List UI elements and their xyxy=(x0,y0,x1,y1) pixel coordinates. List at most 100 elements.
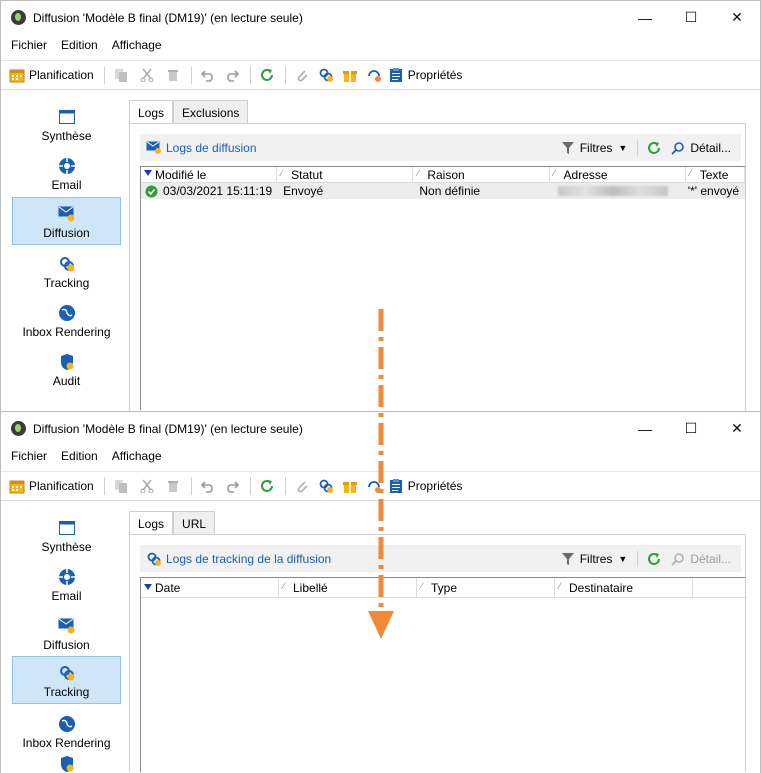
sidebar: Synthèse Email Diffusion Tracking Inbox … xyxy=(1,90,129,410)
column-texte[interactable]: ⁄ Texte xyxy=(686,167,745,182)
cell-statut: Envoyé xyxy=(283,184,324,198)
proprietes-button[interactable]: Propriétés xyxy=(388,478,463,494)
redo-icon[interactable] xyxy=(224,478,240,494)
column-libelle[interactable]: ⁄ Libellé xyxy=(279,578,417,597)
minimize-icon[interactable]: — xyxy=(622,412,668,445)
calendar-icon xyxy=(9,67,25,83)
tab-logs[interactable]: Logs xyxy=(129,100,174,124)
sidebar-item-label: Email xyxy=(51,178,82,192)
attach-icon[interactable] xyxy=(294,478,310,494)
proprietes-button[interactable]: Propriétés xyxy=(388,67,462,83)
transition-arrow xyxy=(366,305,396,641)
refresh-icon[interactable] xyxy=(259,67,275,83)
menu-affichage[interactable]: Affichage xyxy=(112,38,162,52)
tab-url[interactable]: URL xyxy=(173,511,216,535)
tracking-icon xyxy=(58,255,76,273)
sidebar-item-label: Diffusion xyxy=(43,226,90,240)
menu-edition[interactable]: Edition xyxy=(61,38,98,52)
sidebar-item-inbox-rendering[interactable]: Inbox Rendering xyxy=(12,706,121,754)
close-icon[interactable]: ✕ xyxy=(714,1,760,34)
tab-logs[interactable]: Logs xyxy=(129,511,174,535)
column-type[interactable]: ⁄ Type xyxy=(417,578,555,597)
sidebar-item-diffusion[interactable]: Diffusion xyxy=(12,608,121,656)
sidebar-item-inbox-rendering[interactable]: Inbox Rendering xyxy=(12,295,121,343)
delivery-icon xyxy=(146,140,162,156)
sidebar-item-tracking[interactable]: Tracking xyxy=(12,656,121,704)
table-row[interactable]: 03/03/2021 15:11:19 Envoyé Non définie '… xyxy=(141,183,745,199)
panel-header: Logs de diffusion Filtres ▼ Détail... xyxy=(140,134,741,161)
cursor-icon[interactable] xyxy=(366,67,382,83)
sidebar-item-label: Tracking xyxy=(43,276,90,290)
column-modifie-le[interactable]: Modifié le xyxy=(141,167,278,182)
gift-icon[interactable] xyxy=(342,67,358,83)
menu-affichage[interactable]: Affichage xyxy=(112,449,162,463)
gift-icon[interactable] xyxy=(342,478,358,494)
filters-button[interactable]: Filtres ▼ xyxy=(560,140,628,156)
toolbar-separator xyxy=(190,477,192,495)
sidebar-item-email[interactable]: Email xyxy=(12,148,121,196)
redo-icon[interactable] xyxy=(224,67,240,83)
refresh-icon[interactable] xyxy=(646,140,662,156)
sidebar-item-label: Inbox Rendering xyxy=(22,736,111,750)
copy-icon[interactable] xyxy=(113,478,129,494)
column-statut[interactable]: ⁄ Statut xyxy=(277,167,414,182)
app-icon xyxy=(11,421,26,436)
sidebar-item-synthese[interactable]: Synthèse xyxy=(12,99,121,147)
column-raison[interactable]: ⁄ Raison xyxy=(413,167,550,182)
tracking-logs-title[interactable]: Logs de tracking de la diffusion xyxy=(166,552,331,566)
menu-edition[interactable]: Edition xyxy=(61,449,98,463)
menu-fichier[interactable]: Fichier xyxy=(11,449,47,463)
menu-fichier[interactable]: Fichier xyxy=(11,38,47,52)
minimize-icon[interactable]: — xyxy=(622,1,668,34)
logs-panel: Logs de diffusion Filtres ▼ Détail... Mo… xyxy=(129,123,746,410)
audit-icon xyxy=(58,755,76,773)
column-destinataire[interactable]: ⁄ Destinataire xyxy=(555,578,693,597)
planification-button[interactable]: Planification xyxy=(9,67,94,83)
sidebar-item-diffusion[interactable]: Diffusion xyxy=(12,197,121,245)
sidebar-item-tracking[interactable]: Tracking xyxy=(12,246,121,294)
refresh-icon[interactable] xyxy=(259,478,275,494)
delete-icon[interactable] xyxy=(165,67,181,83)
sidebar-item-audit[interactable]: Audit xyxy=(12,344,121,392)
detail-button[interactable]: Détail... xyxy=(670,551,731,567)
planification-button[interactable]: Planification xyxy=(9,478,94,494)
window-title: Diffusion 'Modèle B final (DM19)' (en le… xyxy=(33,10,303,25)
logs-title[interactable]: Logs de diffusion xyxy=(166,141,257,155)
sidebar-item-label: Diffusion xyxy=(43,638,90,652)
column-date[interactable]: Date xyxy=(141,578,279,597)
attach-icon[interactable] xyxy=(294,67,310,83)
cell-texte: '*' envoyé xyxy=(687,184,740,198)
proprietes-label: Propriétés xyxy=(407,479,463,493)
link-icon[interactable] xyxy=(318,67,334,83)
sidebar-item-email[interactable]: Email xyxy=(12,559,121,607)
undo-icon[interactable] xyxy=(200,67,216,83)
sidebar-item-label: Email xyxy=(51,589,82,603)
sidebar-item-label: Synthèse xyxy=(41,129,92,143)
cut-icon[interactable] xyxy=(139,67,155,83)
detail-label: Détail... xyxy=(690,140,731,155)
filters-button[interactable]: Filtres ▼ xyxy=(560,551,627,567)
header-title-group: Logs de diffusion xyxy=(146,140,560,156)
maximize-icon[interactable]: ☐ xyxy=(668,1,714,34)
maximize-icon[interactable]: ☐ xyxy=(668,412,714,445)
toolbar: Planification Propriétés xyxy=(1,60,760,90)
panel-header: Logs de tracking de la diffusion Filtres… xyxy=(140,545,741,572)
filters-label: Filtres xyxy=(579,551,613,566)
delete-icon[interactable] xyxy=(165,478,181,494)
undo-icon[interactable] xyxy=(200,478,216,494)
cut-icon[interactable] xyxy=(139,478,155,494)
close-icon[interactable]: ✕ xyxy=(714,412,760,445)
refresh-icon[interactable] xyxy=(646,551,662,567)
detail-button[interactable]: Détail... xyxy=(670,140,731,156)
planification-label: Planification xyxy=(29,479,94,493)
chevron-down-icon: ▼ xyxy=(618,142,628,153)
menu-bar: Fichier Edition Affichage xyxy=(1,34,760,55)
filter-icon xyxy=(560,551,576,567)
copy-icon[interactable] xyxy=(113,67,129,83)
tab-exclusions[interactable]: Exclusions xyxy=(173,100,249,124)
delivery-icon xyxy=(58,617,76,635)
sidebar-item-synthese[interactable]: Synthèse xyxy=(12,510,121,558)
link-icon[interactable] xyxy=(318,478,334,494)
column-adresse[interactable]: ⁄ Adresse xyxy=(550,167,686,182)
sidebar-item-audit[interactable] xyxy=(12,755,121,773)
